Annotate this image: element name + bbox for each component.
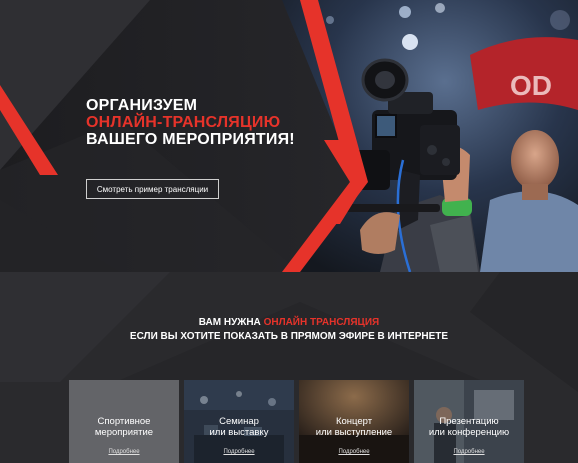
card-title-line2: мероприятие: [94, 427, 154, 438]
card-title-line2: или конференцию: [428, 427, 510, 438]
card-presentation[interactable]: Презентацию или конференцию Подробнее: [414, 380, 524, 463]
svg-text:OD: OD: [510, 70, 552, 101]
hero-title-line1: ОРГАНИЗУЕМ: [86, 97, 198, 114]
hero-title: ОРГАНИЗУЕМ ОНЛАЙН-ТРАНСЛЯЦИЮ ВАШЕГО МЕРО…: [86, 97, 295, 148]
hero-title-accent: ОНЛАЙН-ТРАНСЛЯЦИЮ: [86, 114, 281, 131]
intro-heading: ВАМ НУЖНА ОНЛАЙН ТРАНСЛЯЦИЯ ЕСЛИ ВЫ ХОТИ…: [0, 316, 578, 344]
card-title: Концерт или выступление: [299, 416, 409, 438]
card-more-link[interactable]: Подробнее: [184, 449, 294, 455]
card-more-link[interactable]: Подробнее: [299, 449, 409, 455]
card-title-line2: или выставку: [209, 427, 269, 438]
card-title-line1: Презентацию: [439, 416, 499, 427]
intro-line2: ЕСЛИ ВЫ ХОТИТЕ ПОКАЗАТЬ В ПРЯМОМ ЭФИРЕ В…: [129, 331, 449, 342]
intro-line1: ВАМ НУЖНА ОНЛАЙН ТРАНСЛЯЦИЯ: [0, 316, 578, 330]
intro-prefix: ВАМ НУЖНА: [198, 317, 261, 328]
bokeh-light: [402, 34, 418, 50]
card-seminar[interactable]: Семинар или выставку Подробнее: [184, 380, 294, 463]
card-more-link[interactable]: Подробнее: [69, 449, 179, 455]
intro-accent: ОНЛАЙН ТРАНСЛЯЦИЯ: [263, 317, 380, 328]
hero-title-line3: ВАШЕГО МЕРОПРИЯТИЯ!: [86, 131, 295, 148]
card-title-line1: Семинар: [219, 416, 259, 427]
card-title-line2: или выступление: [315, 427, 393, 438]
card-title: Спортивное мероприятие: [69, 416, 179, 438]
services-section: ВАМ НУЖНА ОНЛАЙН ТРАНСЛЯЦИЯ ЕСЛИ ВЫ ХОТИ…: [0, 272, 578, 463]
hero-section: OD ОРГАНИЗУЕМ ОНЛАЙН-ТРАНСЛЯЦИЮ ВАШЕГО М…: [0, 0, 578, 272]
card-title: Презентацию или конференцию: [414, 416, 524, 438]
card-sport-event[interactable]: Спортивное мероприятие Подробнее: [69, 380, 179, 463]
watch-example-button[interactable]: Смотреть пример трансляции: [86, 179, 219, 199]
card-title-line1: Спортивное: [97, 416, 151, 427]
card-title-line1: Концерт: [335, 416, 373, 427]
card-more-link[interactable]: Подробнее: [414, 449, 524, 455]
card-concert[interactable]: Концерт или выступление Подробнее: [299, 380, 409, 463]
card-title: Семинар или выставку: [184, 416, 294, 438]
